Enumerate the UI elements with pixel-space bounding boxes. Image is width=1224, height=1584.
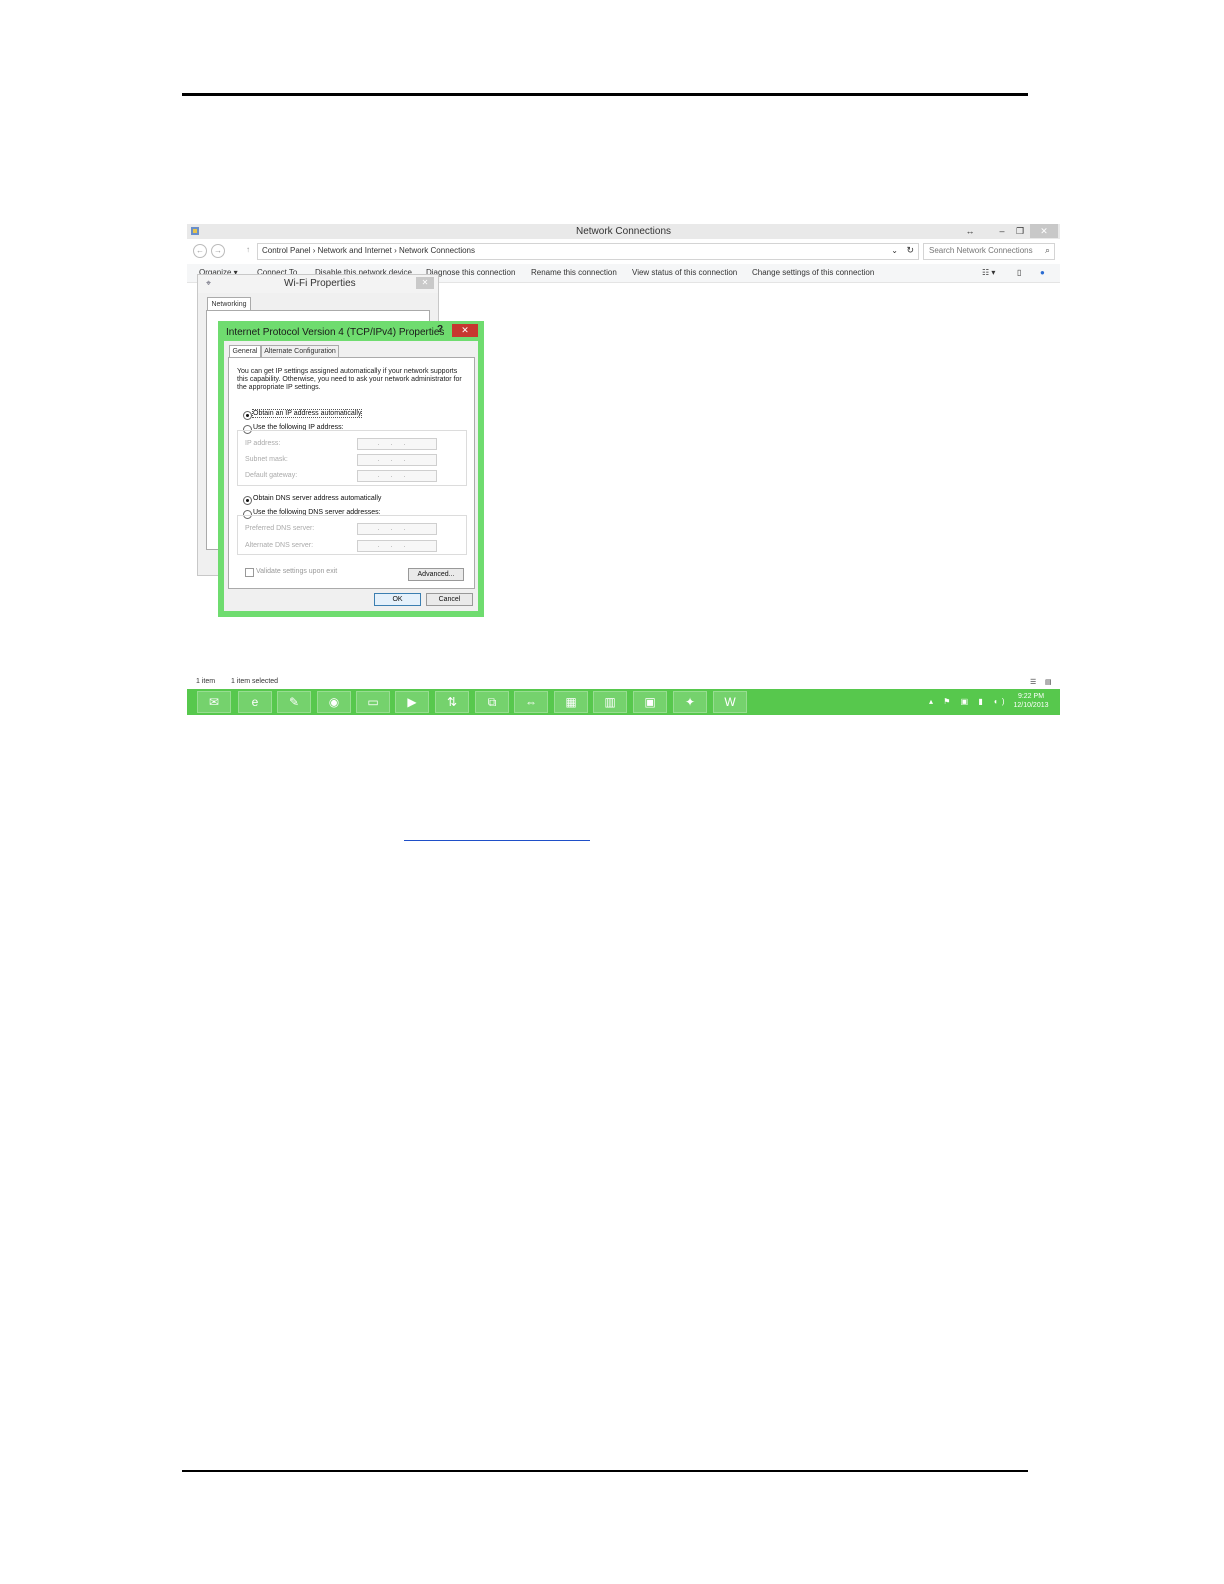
forward-icon[interactable]: →	[211, 244, 225, 258]
rename-command[interactable]: Rename this connection	[531, 268, 617, 277]
spreadsheet-icon[interactable]: ▦	[554, 691, 588, 713]
address-row: ← → ↑ Control Panel › Network and Intern…	[187, 242, 1060, 260]
dns-auto-radio[interactable]	[243, 496, 252, 505]
restore-button[interactable]: ❐	[1009, 224, 1031, 238]
teamviewer-icon[interactable]: ⇔	[514, 691, 548, 713]
intro-text: You can get IP settings assigned automat…	[237, 368, 462, 391]
hyperlink-underline[interactable]	[404, 840, 590, 841]
default-gateway-field[interactable]: ...	[357, 470, 437, 482]
wifi-close-button[interactable]: ✕	[416, 277, 434, 289]
ipv4-dialog-body: General Alternate Configuration You can …	[224, 341, 478, 611]
ok-button[interactable]: OK	[374, 593, 421, 606]
dns-auto-label[interactable]: Obtain DNS server address automatically	[253, 495, 381, 502]
subnet-mask-label: Subnet mask:	[245, 456, 288, 463]
network-icon[interactable]: ⧉	[475, 691, 509, 713]
status-bar: 1 item 1 item selected ☰ ▤	[187, 676, 1060, 688]
change-settings-command[interactable]: Change settings of this connection	[752, 268, 874, 277]
ipv4-dialog-title: Internet Protocol Version 4 (TCP/IPv4) P…	[226, 327, 445, 338]
search-input[interactable]: Search Network Connections	[929, 246, 1033, 255]
notepad-icon[interactable]: ✎	[277, 691, 311, 713]
view-status-command[interactable]: View status of this connection	[632, 268, 737, 277]
remote-desktop-icon[interactable]: ▣	[633, 691, 667, 713]
large-icons-view-icon[interactable]: ▤	[1045, 678, 1052, 686]
details-view-icon[interactable]: ☰	[1030, 678, 1036, 686]
firefox-icon[interactable]: ◉	[317, 691, 351, 713]
explorer-icon[interactable]: ▭	[356, 691, 390, 713]
up-icon[interactable]: ↑	[242, 244, 254, 256]
clock[interactable]: 9:22 PM 12/10/2013	[1009, 692, 1053, 710]
help-icon[interactable]: ●	[1040, 268, 1045, 277]
acrobat-icon[interactable]: ✦	[673, 691, 707, 713]
validate-checkbox[interactable]	[245, 568, 254, 577]
breadcrumb[interactable]: Control Panel › Network and Internet › N…	[262, 246, 475, 255]
clock-date: 12/10/2013	[1013, 702, 1049, 709]
ip-address-field[interactable]: ...	[357, 438, 437, 450]
search-icon[interactable]: ⌕	[1045, 245, 1050, 256]
general-pane: You can get IP settings assigned automat…	[228, 357, 475, 589]
ipv4-properties-dialog: Internet Protocol Version 4 (TCP/IPv4) P…	[218, 321, 484, 617]
refresh-icon[interactable]: ↻	[906, 245, 914, 256]
ipv4-close-button[interactable]: ✕	[452, 324, 478, 337]
item-count: 1 item	[196, 678, 216, 685]
search-box[interactable]: Search Network Connections ⌕	[923, 243, 1055, 260]
calculator-icon[interactable]: ▥	[593, 691, 627, 713]
ip-auto-label[interactable]: Obtain an IP address automatically	[251, 409, 363, 418]
address-bar[interactable]: Control Panel › Network and Internet › N…	[257, 243, 919, 260]
screenshot: Network Connections ↔ – ❐ ✕ ← → ↑ Contro…	[187, 224, 1060, 715]
window-title: Network Connections	[575, 226, 672, 237]
selected-count: 1 item selected	[231, 678, 279, 685]
help-button[interactable]: ?	[437, 324, 443, 335]
view-options-icon[interactable]: ☷ ▾	[982, 268, 995, 277]
footer-rule	[182, 1470, 1028, 1472]
default-gateway-label: Default gateway:	[245, 472, 298, 479]
ip-address-label: IP address:	[245, 440, 281, 447]
ip-auto-radio[interactable]	[243, 411, 252, 420]
validate-label[interactable]: Validate settings upon exit	[256, 568, 337, 575]
tab-networking[interactable]: Networking	[207, 297, 251, 311]
preferred-dns-field[interactable]: ...	[357, 523, 437, 535]
media-icon[interactable]: ▶	[395, 691, 429, 713]
preview-pane-icon[interactable]: ▯	[1017, 268, 1021, 277]
clock-time: 9:22 PM	[1017, 693, 1045, 700]
advanced-button[interactable]: Advanced...	[408, 568, 464, 581]
subnet-mask-field[interactable]: ...	[357, 454, 437, 466]
cancel-button[interactable]: Cancel	[426, 593, 473, 606]
outlook-icon[interactable]: ✉	[197, 691, 231, 713]
taskbar: ✉ e ✎ ◉ ▭ ▶ ⇅ ⧉ ⇔ ▦ ▥ ▣ ✦ W ▴ ⚑ ▣ ▮ ◖) 9…	[187, 689, 1060, 715]
word-icon[interactable]: W	[713, 691, 747, 713]
back-icon[interactable]: ←	[193, 244, 207, 258]
diagnose-command[interactable]: Diagnose this connection	[426, 268, 515, 277]
close-button[interactable]: ✕	[1030, 224, 1058, 238]
ie-icon[interactable]: e	[238, 691, 272, 713]
preferred-dns-label: Preferred DNS server:	[245, 525, 315, 532]
wifi-titlebar: ⌖ Wi-Fi Properties ✕	[198, 275, 438, 293]
alternate-dns-label: Alternate DNS server:	[245, 542, 314, 549]
system-tray[interactable]: ▴ ⚑ ▣ ▮ ◖)	[929, 697, 1009, 706]
wifi-dialog-icon: ⌖	[206, 278, 212, 288]
chevron-down-icon[interactable]: ⌄	[891, 246, 898, 255]
resize-icon[interactable]: ↔	[959, 224, 981, 238]
window-titlebar: Network Connections ↔ – ❐ ✕	[187, 224, 1060, 239]
transfer-icon[interactable]: ⇅	[435, 691, 469, 713]
header-rule	[182, 93, 1028, 96]
alternate-dns-field[interactable]: ...	[357, 540, 437, 552]
wifi-dialog-title: Wi-Fi Properties	[284, 278, 356, 289]
